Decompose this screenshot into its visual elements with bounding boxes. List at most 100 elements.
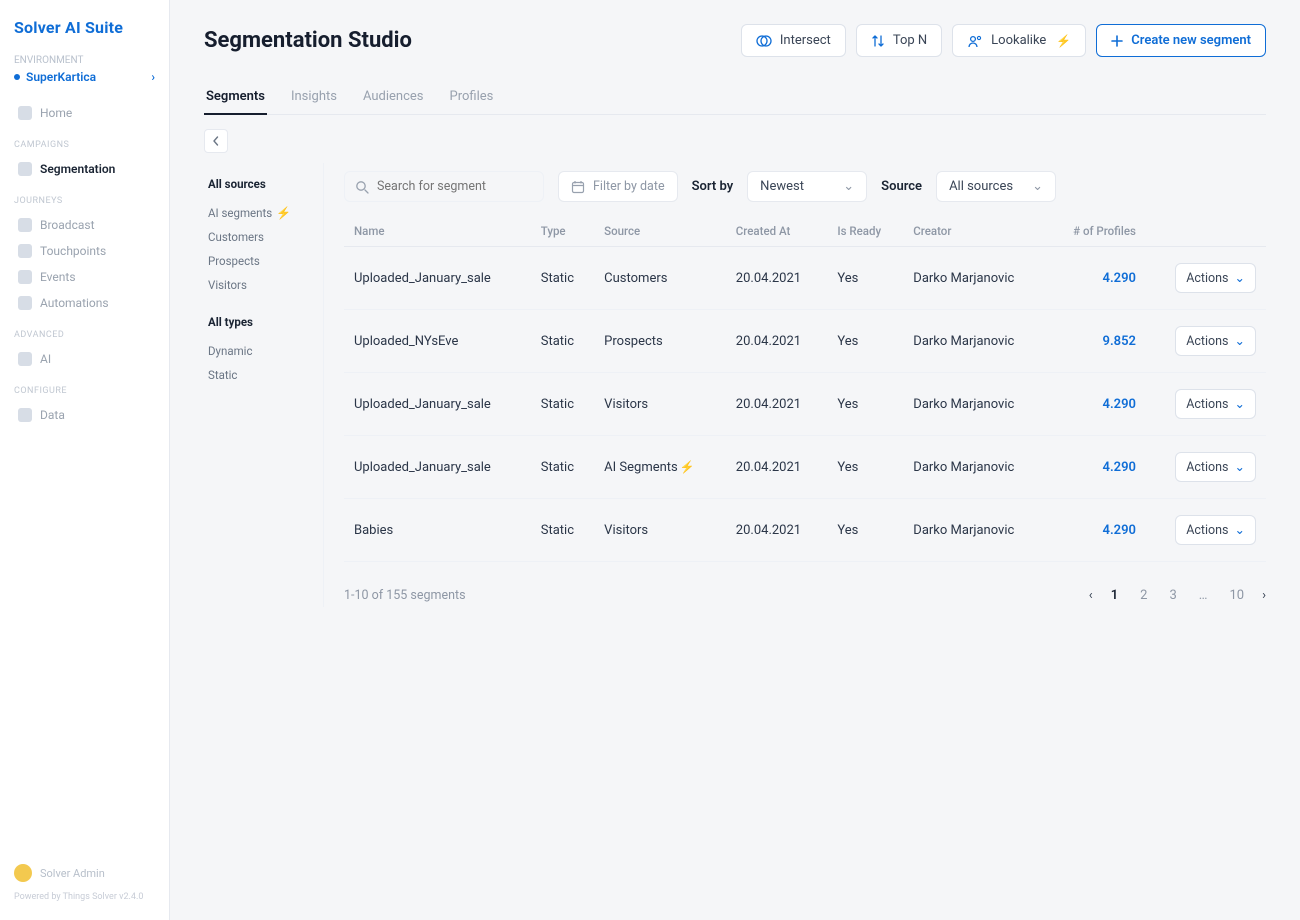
filter-type-item[interactable]: Dynamic [208, 339, 313, 363]
create-segment-button[interactable]: Create new segment [1096, 24, 1266, 57]
sidebar-item-events[interactable]: Events [14, 264, 155, 290]
result-count: 1-10 of 155 segments [344, 588, 466, 603]
search-input-wrapper[interactable] [344, 171, 544, 202]
row-actions-label: Actions [1186, 397, 1228, 412]
table-cell: Darko Marjanovic [903, 247, 1047, 310]
tab-audiences[interactable]: Audiences [361, 79, 426, 114]
sidebar-item-ai[interactable]: AI [14, 346, 155, 372]
table-cell: Actions⌄ [1146, 373, 1266, 436]
filter-source-item[interactable]: Customers [208, 225, 313, 249]
filter-panel: All sources AI segments⚡CustomersProspec… [204, 163, 324, 607]
row-actions-button[interactable]: Actions⌄ [1175, 326, 1256, 356]
page-number[interactable]: 1 [1107, 584, 1122, 607]
table-cell: Visitors [594, 499, 726, 562]
table-cell: Uploaded_January_sale [344, 373, 531, 436]
row-actions-button[interactable]: Actions⌄ [1175, 389, 1256, 419]
pagination: ‹ 123 … 10 › [1089, 584, 1266, 607]
row-actions-label: Actions [1186, 334, 1228, 349]
table-cell: 20.04.2021 [726, 310, 828, 373]
table-cell: 20.04.2021 [726, 373, 828, 436]
sidebar-item-automations[interactable]: Automations [14, 290, 155, 316]
tabs: Segments Insights Audiences Profiles [204, 79, 1266, 115]
row-actions-button[interactable]: Actions⌄ [1175, 452, 1256, 482]
row-actions-label: Actions [1186, 271, 1228, 286]
table-cell: Actions ⌄ [1146, 247, 1266, 310]
table-cell: Static [531, 373, 594, 436]
column-header: Creator [903, 216, 1047, 247]
filter-by-date-button[interactable]: Filter by date [558, 171, 678, 202]
page-number[interactable]: 10 [1225, 584, 1248, 607]
table-cell: 9.852 [1047, 310, 1146, 373]
table-cell: Actions⌄ [1146, 310, 1266, 373]
sidebar-item-touchpoints[interactable]: Touchpoints [14, 238, 155, 264]
events-icon [18, 270, 32, 284]
env-select[interactable]: SuperKartica › [14, 70, 155, 84]
user-name: Solver Admin [40, 867, 105, 880]
tab-insights[interactable]: Insights [289, 79, 339, 114]
sidebar-item-label: Segmentation [40, 162, 115, 176]
calendar-icon [571, 180, 585, 194]
page-number[interactable]: 3 [1165, 584, 1180, 607]
table-cell: 20.04.2021 [726, 436, 828, 499]
table-cell: Darko Marjanovic [903, 436, 1047, 499]
env-label: ENVIRONMENT [14, 55, 155, 66]
filter-source-item[interactable]: AI segments⚡ [208, 201, 313, 225]
tab-profiles[interactable]: Profiles [448, 79, 496, 114]
sidebar-item-data[interactable]: Data [14, 402, 155, 428]
nav-group-label: JOURNEYS [14, 196, 155, 206]
ai-icon [18, 352, 32, 366]
page-next-button[interactable]: › [1262, 588, 1266, 603]
tab-segments[interactable]: Segments [204, 79, 267, 114]
filter-source-item[interactable]: Visitors [208, 273, 313, 297]
sort-by-label: Sort by [692, 179, 734, 194]
sidebar-item-label: Events [40, 270, 76, 284]
back-button[interactable] [204, 129, 228, 153]
filter-source-item[interactable]: Prospects [208, 249, 313, 273]
sidebar-item-broadcast[interactable]: Broadcast [14, 212, 155, 238]
sidebar-item-home[interactable]: Home [14, 100, 155, 126]
segmentation-icon [18, 162, 32, 176]
table-cell: Darko Marjanovic [903, 310, 1047, 373]
chevron-down-icon: ⌄ [843, 179, 854, 194]
page-number[interactable]: 2 [1136, 584, 1151, 607]
table-cell: Yes [827, 436, 903, 499]
search-icon [355, 180, 369, 194]
data-icon [18, 408, 32, 422]
column-header: Created At [726, 216, 828, 247]
avatar-icon [14, 864, 32, 882]
page-prev-button[interactable]: ‹ [1089, 588, 1093, 603]
table-row: BabiesStaticVisitors20.04.2021YesDarko M… [344, 499, 1266, 562]
source-select[interactable]: All sources ⌄ [936, 171, 1056, 202]
column-header: Is Ready [827, 216, 903, 247]
table-cell: 4.290 [1047, 247, 1146, 310]
table-cell: AI Segments⚡ [594, 436, 726, 499]
sidebar-item-segmentation[interactable]: Segmentation [14, 156, 155, 182]
lookalike-label: Lookalike [991, 33, 1046, 48]
page-number: … [1195, 584, 1212, 607]
intersect-button[interactable]: Intersect [741, 24, 846, 57]
broadcast-icon [18, 218, 32, 232]
topn-label: Top N [893, 33, 927, 48]
row-actions-button[interactable]: Actions ⌄ [1175, 263, 1256, 293]
source-label: Source [881, 179, 922, 194]
nav-group-label: CAMPAIGNS [14, 140, 155, 150]
filter-sources-header: All sources [208, 177, 313, 191]
column-header: Name [344, 216, 531, 247]
chevron-down-icon: ⌄ [1235, 270, 1245, 286]
filter-type-item[interactable]: Static [208, 363, 313, 387]
topn-button[interactable]: Top N [856, 24, 942, 57]
user-chip[interactable]: Solver Admin [14, 864, 155, 882]
nav-group-label: ADVANCED [14, 330, 155, 340]
column-header: Type [531, 216, 594, 247]
lookalike-button[interactable]: Lookalike ⚡ [952, 24, 1086, 57]
table-cell: Actions⌄ [1146, 499, 1266, 562]
sidebar-item-label: Broadcast [40, 218, 95, 232]
create-segment-label: Create new segment [1131, 33, 1251, 48]
table-row: Uploaded_January_saleStaticAI Segments⚡2… [344, 436, 1266, 499]
sort-by-select[interactable]: Newest ⌄ [747, 171, 867, 202]
chevron-down-icon: ⌄ [1032, 179, 1043, 194]
chevron-down-icon: ⌄ [1235, 522, 1245, 538]
search-input[interactable] [377, 179, 533, 194]
table-cell: Darko Marjanovic [903, 373, 1047, 436]
row-actions-button[interactable]: Actions⌄ [1175, 515, 1256, 545]
